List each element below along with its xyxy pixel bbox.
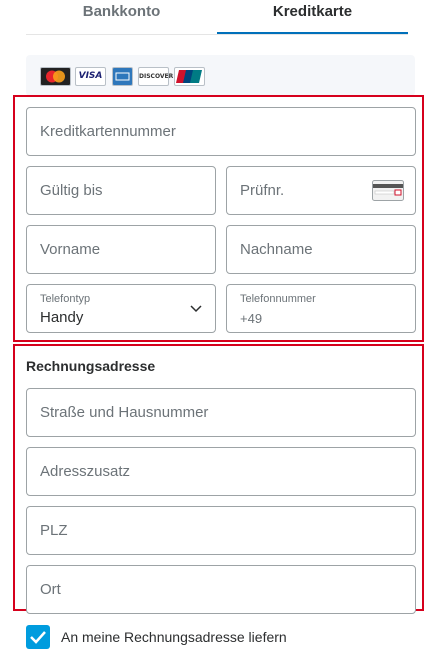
expiry-field[interactable]: Gültig bis [26,166,216,215]
address-line2-field[interactable]: Adresszusatz [26,447,416,496]
checkmark-icon [30,631,46,644]
phone-number-label: Telefonnummer [240,293,316,305]
zip-field[interactable]: PLZ [26,506,416,555]
ship-to-billing-checkbox[interactable] [26,625,50,649]
discover-icon: DISCOVER [138,67,173,86]
first-name-field[interactable]: Vorname [26,225,216,274]
amex-icon [112,67,133,86]
street-placeholder: Straße und Hausnummer [40,404,209,421]
chevron-down-icon [190,305,202,313]
phone-type-label: Telefontyp [40,293,91,305]
card-number-field[interactable]: Kreditkartennummer [26,107,416,156]
street-field[interactable]: Straße und Hausnummer [26,388,416,437]
cvv-placeholder: Prüfnr. [240,182,285,199]
tab-credit-card[interactable]: Kreditkarte [217,0,408,34]
unionpay-icon [174,67,205,86]
address-line2-placeholder: Adresszusatz [40,463,131,480]
ship-to-billing-label: An meine Rechnungsadresse liefern [61,629,287,645]
card-brands-bar: VISA DISCOVER [26,55,415,96]
billing-address-title: Rechnungsadresse [26,358,156,374]
visa-icon: VISA [75,67,106,86]
expiry-placeholder: Gültig bis [40,182,103,199]
phone-number-field[interactable]: Telefonnummer +49 [226,284,416,333]
cvv-field[interactable]: Prüfnr. [226,166,416,215]
phone-type-select[interactable]: Telefontyp Handy [26,284,216,333]
phone-number-value: +49 [240,311,263,326]
last-name-placeholder: Nachname [240,241,313,258]
card-number-placeholder: Kreditkartennummer [40,123,176,140]
last-name-field[interactable]: Nachname [226,225,416,274]
city-field[interactable]: Ort [26,565,416,614]
zip-placeholder: PLZ [40,522,68,539]
first-name-placeholder: Vorname [40,241,101,258]
payment-method-tabs: Bankkonto Kreditkarte [26,0,408,35]
mastercard-icon [40,67,71,86]
phone-type-value: Handy [40,309,84,326]
city-placeholder: Ort [40,581,61,598]
card-back-icon [372,180,404,201]
tab-bank-account[interactable]: Bankkonto [26,0,217,34]
